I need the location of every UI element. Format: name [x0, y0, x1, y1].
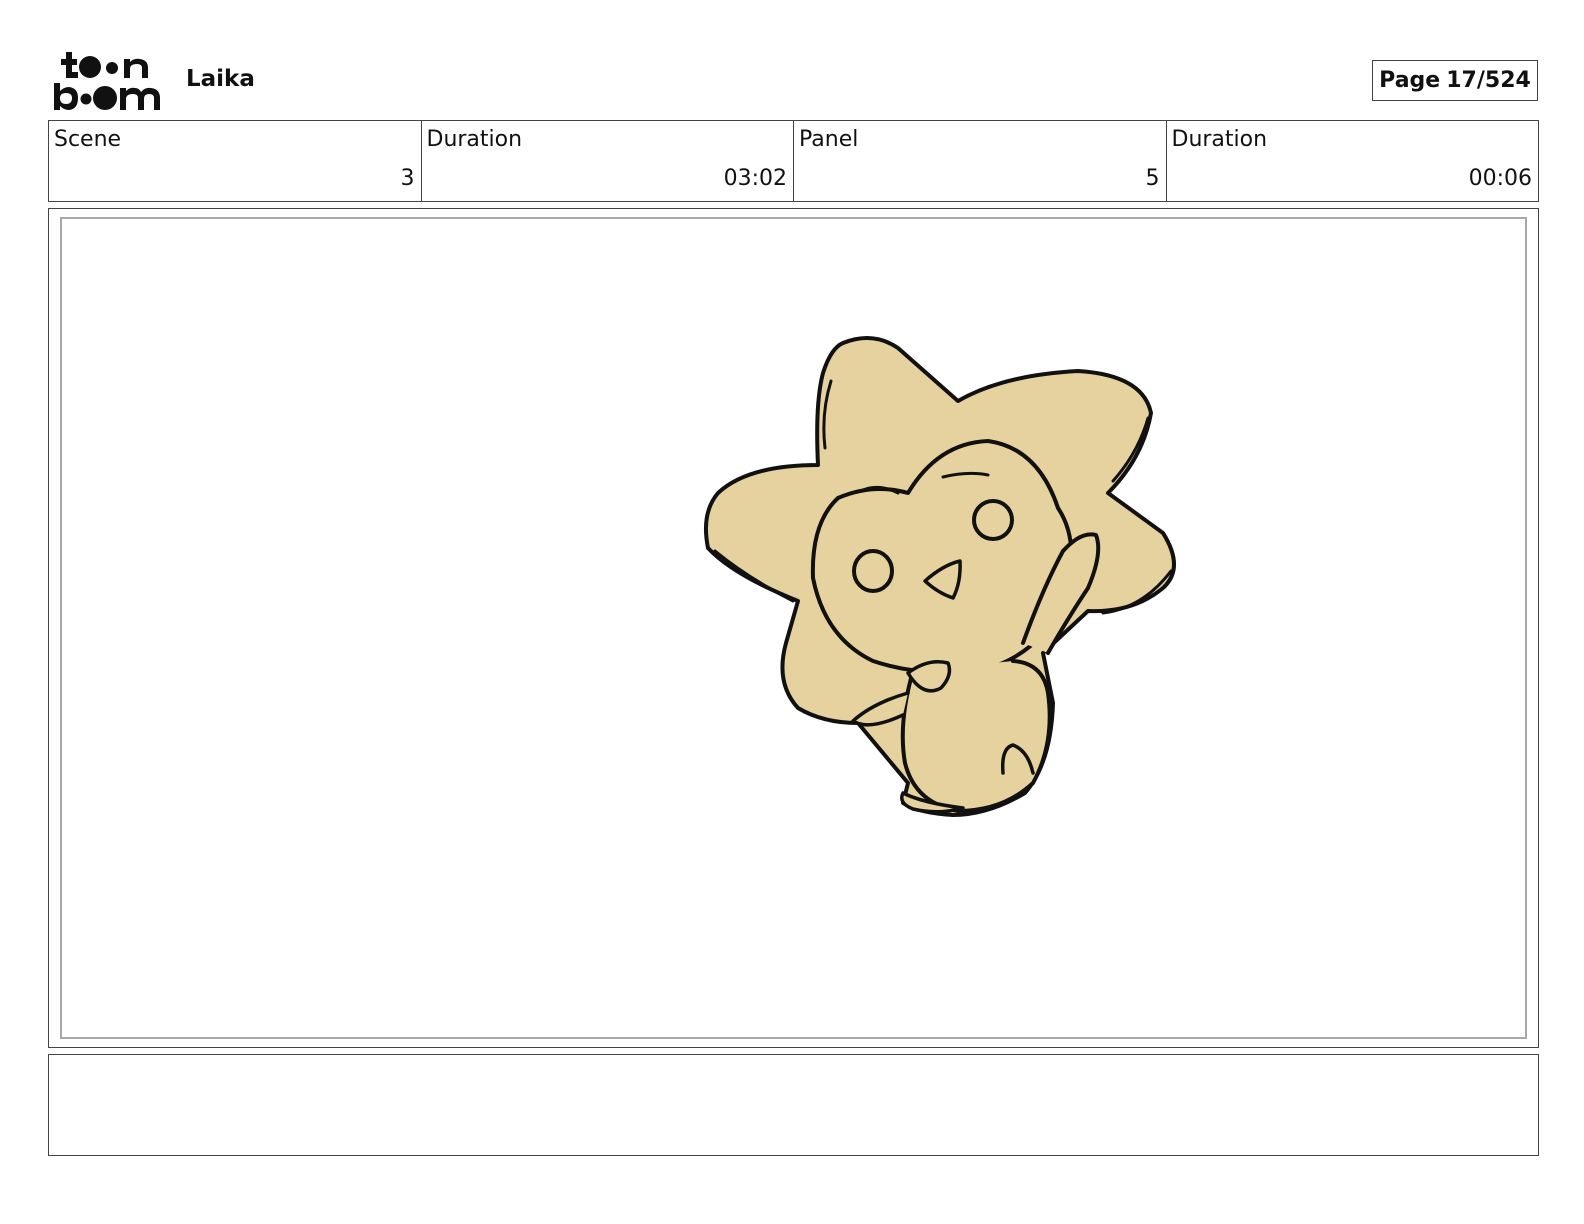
page-indicator: Page 17/524	[1372, 60, 1538, 101]
scene-duration-label: Duration	[426, 127, 523, 152]
project-title: Laika	[186, 66, 255, 92]
character-sketch	[704, 336, 1176, 817]
panel-cell: Panel 5	[794, 121, 1167, 201]
panel-duration-value: 00:06	[1468, 166, 1532, 191]
scene-info-row: Scene 3 Duration 03:02 Panel 5 Duration …	[48, 120, 1539, 202]
scene-duration-cell: Duration 03:02	[422, 121, 794, 201]
panel-frame	[48, 208, 1539, 1048]
scene-label: Scene	[54, 127, 122, 152]
panel-image-area	[60, 217, 1527, 1039]
scene-value: 3	[400, 166, 415, 191]
page-label: Page	[1379, 68, 1441, 93]
panel-duration-label: Duration	[1171, 127, 1268, 152]
scene-duration-value: 03:02	[723, 166, 787, 191]
toonboom-logo: toon	[54, 52, 160, 110]
scene-cell: Scene 3	[49, 121, 422, 201]
panel-value: 5	[1145, 166, 1160, 191]
panel-label: Panel	[799, 127, 859, 152]
page-number: 17/524	[1446, 68, 1531, 93]
dialogue-box	[48, 1054, 1539, 1156]
panel-duration-cell: Duration 00:06	[1167, 121, 1539, 201]
